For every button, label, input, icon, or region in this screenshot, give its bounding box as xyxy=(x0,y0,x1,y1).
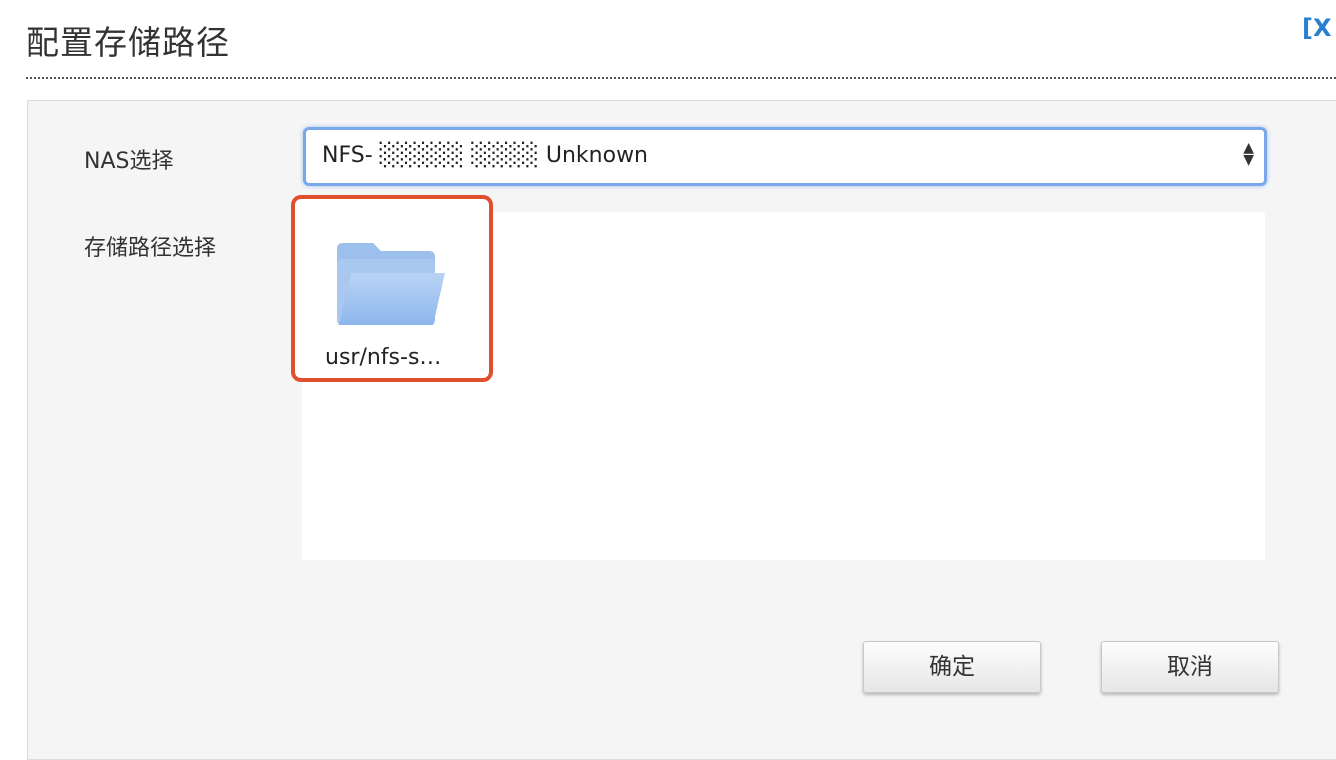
dialog-title: 配置存储路径 xyxy=(26,23,230,62)
cancel-button[interactable]: 取消 xyxy=(1101,641,1279,693)
storage-path-label: 存储路径选择 xyxy=(84,236,217,261)
confirm-button[interactable]: 确定 xyxy=(863,641,1041,693)
folder-name: usr/nfs-s… xyxy=(325,345,442,370)
folder-icon xyxy=(337,243,445,325)
select-arrows-icon: ▲ ▼ xyxy=(1243,140,1254,168)
nas-select-label: NAS选择 xyxy=(84,149,174,174)
title-divider xyxy=(26,77,1336,79)
nas-select[interactable]: NFS- ░░░░░ ░░░░ Unknown ▲ ▼ xyxy=(303,127,1267,186)
folder-item[interactable]: usr/nfs-s… xyxy=(291,195,493,382)
config-storage-dialog: 配置存储路径 [X NAS选择 NFS- ░░░░░ ░░░░ Unknown … xyxy=(0,0,1336,760)
close-button[interactable]: [X xyxy=(1302,14,1331,42)
nas-select-value: NFS- ░░░░░ ░░░░ Unknown xyxy=(322,143,649,168)
